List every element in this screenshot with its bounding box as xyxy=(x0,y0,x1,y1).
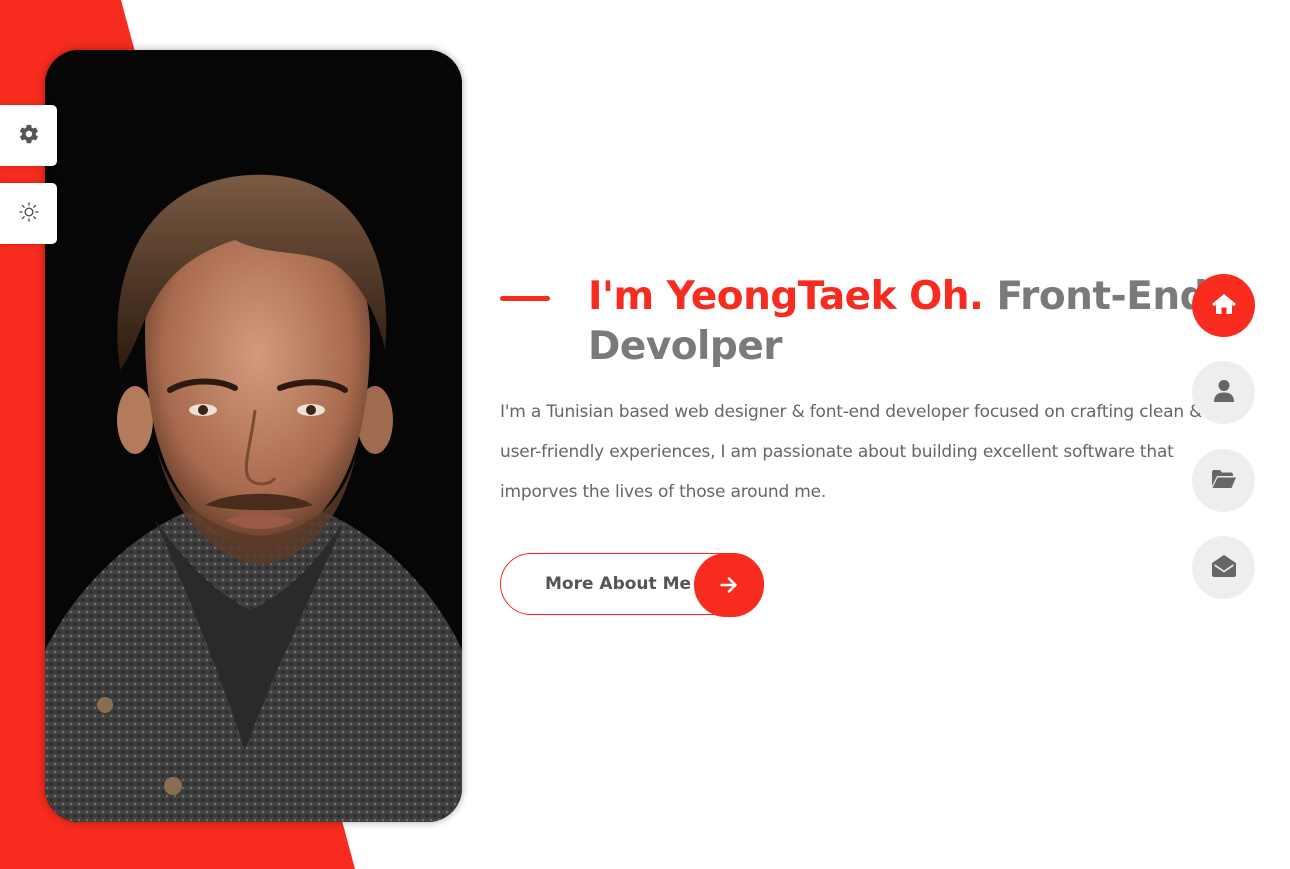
page: I'm YeongTaek Oh. Front-End Devolper I'm… xyxy=(0,0,1290,869)
user-icon xyxy=(1213,379,1235,407)
settings-button[interactable] xyxy=(0,105,57,166)
sun-icon xyxy=(18,201,40,227)
more-about-me-label: More About Me xyxy=(545,574,692,594)
portrait-illustration xyxy=(45,50,462,822)
profile-photo xyxy=(45,50,462,822)
nav-home[interactable] xyxy=(1192,274,1255,337)
hero-name: I'm YeongTaek Oh. xyxy=(588,274,984,319)
home-icon xyxy=(1211,292,1237,320)
nav-portfolio[interactable] xyxy=(1192,449,1255,512)
more-about-me-button[interactable]: More About Me xyxy=(500,553,764,617)
nav-about[interactable] xyxy=(1192,361,1255,424)
envelope-open-icon xyxy=(1211,554,1237,582)
theme-toggle-button[interactable] xyxy=(0,183,57,244)
hero-description: I'm a Tunisian based web designer & font… xyxy=(500,402,1203,502)
gear-icon xyxy=(18,123,40,149)
folder-open-icon xyxy=(1211,469,1237,493)
title-accent-line xyxy=(500,296,550,301)
hero-title: I'm YeongTaek Oh. Front-End Devolper xyxy=(588,272,1208,372)
nav-contact[interactable] xyxy=(1192,536,1255,599)
arrow-right-icon xyxy=(694,553,764,617)
